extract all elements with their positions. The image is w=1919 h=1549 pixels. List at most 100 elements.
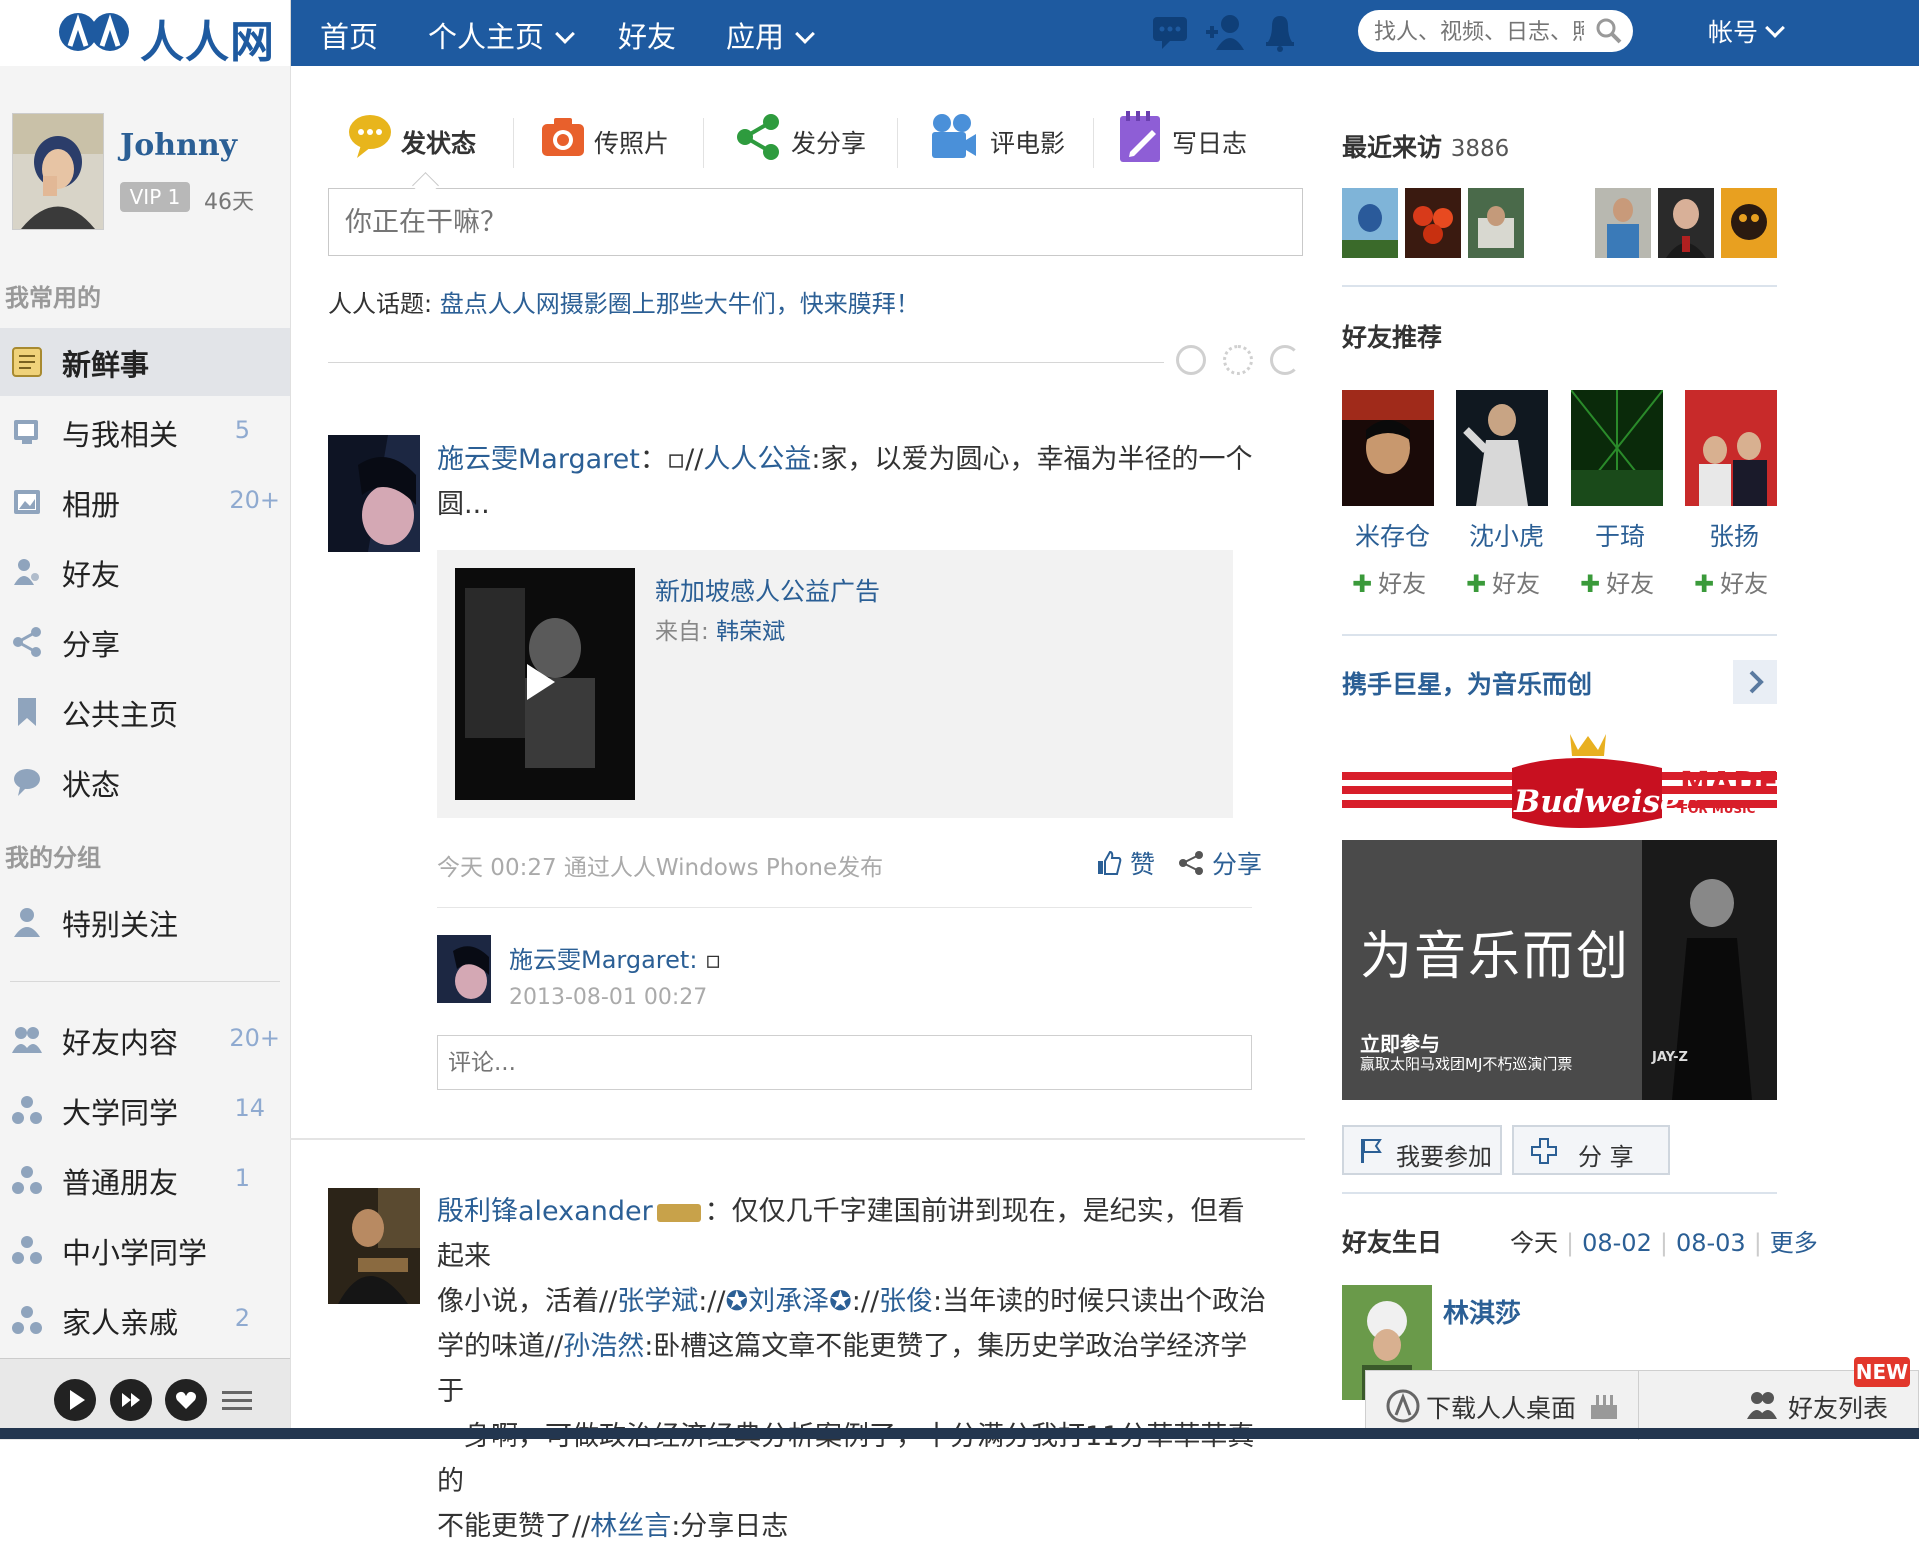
post-author-avatar[interactable]: [328, 1188, 420, 1304]
add-friend-button[interactable]: ✚ 好友: [1466, 564, 1540, 599]
sidebar-item-label: 公共主页: [62, 698, 179, 732]
sidebar-group-college[interactable]: 大学同学 14: [0, 1076, 290, 1144]
refresh-icon[interactable]: [1270, 345, 1300, 375]
next-track-button[interactable]: [110, 1379, 152, 1421]
post-author-avatar[interactable]: [328, 435, 420, 552]
share-button[interactable]: 分享: [1178, 845, 1262, 881]
play-icon[interactable]: [527, 664, 555, 700]
visitor-avatar[interactable]: [1342, 188, 1398, 258]
visitor-avatar[interactable]: [1721, 188, 1777, 258]
comment-author[interactable]: 施云雯Margaret: ▫: [509, 940, 721, 975]
sidebar-group-friends[interactable]: 普通朋友 1: [0, 1146, 290, 1214]
clock-icon[interactable]: [1176, 345, 1206, 375]
post-text: 学的味道//: [437, 1331, 564, 1362]
account-menu[interactable]: 帐号: [1708, 13, 1785, 49]
speech-bubble-icon: [349, 115, 391, 158]
recommend-photo[interactable]: [1342, 390, 1434, 506]
friend-request-icon[interactable]: [1204, 12, 1248, 52]
promo-banner[interactable]: Budweiser MADE FOR MUSIC 为音乐而创 立即参与 赢取太阳…: [1342, 728, 1777, 1100]
promo-next-button[interactable]: [1733, 660, 1777, 704]
like-button[interactable]: 赞: [1096, 845, 1155, 881]
post-author[interactable]: 施云雯Margaret: [437, 444, 640, 475]
bday-tab-0803[interactable]: 08-03: [1676, 1229, 1746, 1257]
sidebar-item-share[interactable]: 分享: [0, 608, 290, 676]
download-desktop-link[interactable]: 下载人人桌面: [1426, 1389, 1576, 1425]
friend-list-button[interactable]: 好友列表: [1788, 1389, 1888, 1425]
tab-review-movie[interactable]: 评电影: [930, 108, 1080, 168]
sidebar-item-label: 与我相关: [62, 418, 179, 452]
visitor-avatar[interactable]: [1468, 188, 1524, 258]
bday-more-link[interactable]: 更多: [1770, 1229, 1818, 1257]
topic-link[interactable]: 盘点人人网摄影圈上那些大牛们，快来膜拜！: [440, 290, 920, 318]
vip-badge[interactable]: VIP 1: [120, 182, 190, 212]
sidebar-item-public-pages[interactable]: 公共主页: [0, 678, 290, 746]
comment-avatar[interactable]: [437, 935, 491, 1003]
playlist-icon[interactable]: [222, 1389, 252, 1413]
recommend-photo[interactable]: [1685, 390, 1777, 506]
search-input[interactable]: [1372, 17, 1586, 47]
sidebar-item-status[interactable]: 状态: [0, 748, 290, 816]
sidebar-group-school[interactable]: 中小学同学: [0, 1216, 290, 1284]
recommend-photo[interactable]: [1571, 390, 1663, 506]
post-mention[interactable]: 孙浩然: [563, 1331, 644, 1362]
visitor-avatar[interactable]: [1658, 188, 1714, 258]
birthday-cake-icon[interactable]: [1588, 1387, 1620, 1423]
post-mention[interactable]: 林丝言: [590, 1511, 671, 1542]
recommend-name[interactable]: 于琦: [1595, 517, 1645, 553]
favorite-button[interactable]: [165, 1379, 207, 1421]
status-bubble-icon: [14, 769, 40, 796]
birthday-friend-name[interactable]: 林淇莎: [1443, 1293, 1521, 1330]
post-mention[interactable]: 张学斌: [617, 1286, 698, 1317]
post-mention[interactable]: ✪刘承泽✪: [726, 1286, 852, 1317]
sidebar-item-album[interactable]: 相册 20+: [0, 468, 290, 536]
sidebar-item-friends[interactable]: 好友: [0, 538, 290, 606]
profile-name[interactable]: Johnny: [120, 128, 237, 163]
search-icon[interactable]: [1595, 17, 1623, 45]
tab-share[interactable]: 发分享: [735, 108, 885, 168]
nav-profile[interactable]: 个人主页: [428, 14, 575, 56]
comment-input[interactable]: [437, 1035, 1252, 1090]
bday-tab-0802[interactable]: 08-02: [1582, 1229, 1652, 1257]
nav-apps[interactable]: 应用: [726, 14, 815, 56]
sidebar-group-family[interactable]: 家人亲戚 2: [0, 1286, 290, 1354]
nav-home[interactable]: 首页: [320, 14, 378, 56]
search-box[interactable]: [1358, 10, 1633, 52]
visitor-avatar[interactable]: [1595, 188, 1651, 258]
tab-upload-photo[interactable]: 传照片: [540, 108, 690, 168]
add-friend-button[interactable]: ✚ 好友: [1352, 564, 1426, 599]
logo-area[interactable]: 人人网: [0, 0, 291, 68]
tab-post-status[interactable]: 发状态: [345, 108, 485, 168]
post-author[interactable]: 殷利锋alexander: [437, 1196, 653, 1227]
message-icon[interactable]: [1150, 12, 1190, 52]
tab-write-blog[interactable]: 写日志: [1118, 108, 1268, 168]
sidebar-item-label: 特别关注: [62, 908, 179, 942]
visitor-avatar[interactable]: [1405, 188, 1461, 258]
add-friend-button[interactable]: ✚ 好友: [1580, 564, 1654, 599]
sidebar-item-special-follow[interactable]: 特别关注: [0, 888, 290, 956]
post-mention[interactable]: 张俊: [879, 1286, 933, 1317]
add-friend-button[interactable]: ✚ 好友: [1694, 564, 1768, 599]
recommend-name[interactable]: 张扬: [1709, 517, 1759, 553]
promo-title[interactable]: 携手巨星，为音乐而创: [1342, 665, 1592, 701]
sidebar-group-friend-content[interactable]: 好友内容 20+: [0, 1006, 290, 1074]
join-button[interactable]: 我要参加: [1342, 1125, 1502, 1175]
recommend-photo[interactable]: [1456, 390, 1548, 506]
share-promo-label: 分 享: [1578, 1143, 1634, 1171]
recommend-name[interactable]: 米存仓: [1355, 517, 1430, 553]
shared-title[interactable]: 新加坡感人公益广告: [655, 572, 880, 608]
sidebar-item-related[interactable]: 与我相关 5: [0, 398, 290, 466]
play-button[interactable]: [54, 1379, 96, 1421]
notification-bell-icon[interactable]: [1262, 12, 1298, 52]
bday-tab-today[interactable]: 今天: [1510, 1229, 1558, 1257]
profile-avatar[interactable]: [12, 113, 104, 230]
nav-friends[interactable]: 好友: [618, 14, 676, 56]
status-input[interactable]: [328, 188, 1303, 256]
post-mention[interactable]: 人人公益: [703, 444, 811, 475]
recommend-name[interactable]: 沈小虎: [1469, 517, 1544, 553]
video-thumbnail[interactable]: [455, 568, 635, 800]
sidebar-item-count: 2: [234, 1304, 250, 1332]
sidebar-item-news-feed[interactable]: 新鲜事: [0, 328, 290, 396]
share-promo-button[interactable]: 分 享: [1512, 1125, 1670, 1175]
gear-icon[interactable]: [1223, 345, 1253, 375]
source-name[interactable]: 韩荣斌: [716, 619, 785, 645]
